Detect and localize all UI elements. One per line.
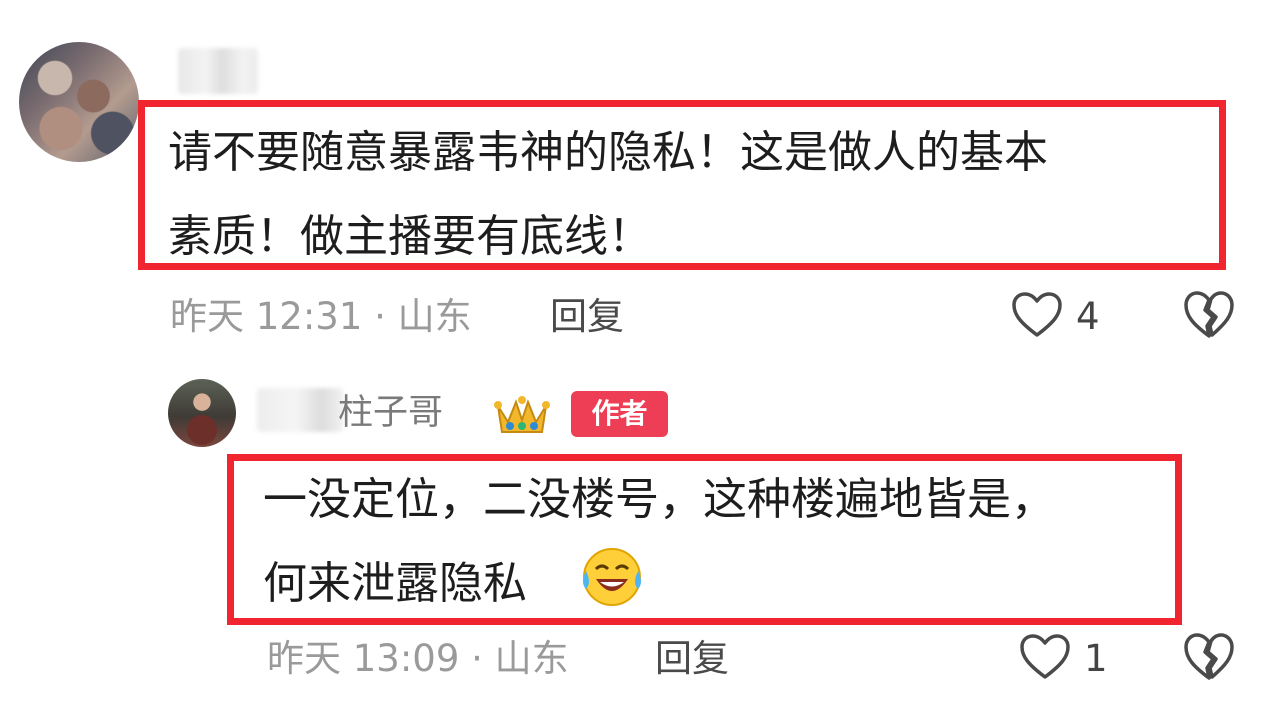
- broken-heart-icon[interactable]: [1183, 290, 1235, 340]
- comment-2-time-location: 昨天 13:09 · 山东: [267, 637, 569, 680]
- author-name-blurred-part: [257, 388, 343, 432]
- comment-1-like-count: 4: [1076, 295, 1100, 338]
- author-avatar[interactable]: [168, 379, 236, 447]
- author-badge: 作者: [571, 391, 668, 437]
- comment-1-line-1: 请不要随意暴露韦神的隐私！这是做人的基本: [168, 127, 1048, 178]
- comment-1-text: 请不要随意暴露韦神的隐私！这是做人的基本 素质！做主播要有底线！: [168, 111, 1208, 279]
- crown-emoji-icon: [494, 392, 550, 440]
- comment-2-line-1: 一没定位，二没楼号，这种楼遍地皆是，: [263, 474, 1055, 525]
- comment-1-reply-button[interactable]: 回复: [550, 297, 624, 337]
- comment-1-time-location: 昨天 12:31 · 山东: [170, 295, 472, 338]
- comment-2-like-count: 1: [1084, 637, 1108, 680]
- comment-2-text: 一没定位，二没楼号，这种楼遍地皆是， 何来泄露隐私: [263, 458, 1163, 626]
- author-name[interactable]: 柱子哥: [338, 393, 443, 433]
- comment-2-line-2-text: 何来泄露隐私: [263, 558, 527, 609]
- heart-outline-icon[interactable]: [1011, 291, 1063, 339]
- broken-heart-icon[interactable]: [1183, 632, 1235, 682]
- comment-2-reply-button[interactable]: 回复: [655, 639, 729, 679]
- comment-2-line-2: 何来泄露隐私: [263, 542, 1163, 626]
- commenter-name-blurred: [178, 48, 258, 94]
- laughing-emoji-icon: [578, 545, 646, 609]
- heart-outline-icon[interactable]: [1019, 633, 1071, 681]
- commenter-avatar[interactable]: [19, 42, 139, 162]
- comment-1-line-2: 素质！做主播要有底线！: [168, 211, 652, 262]
